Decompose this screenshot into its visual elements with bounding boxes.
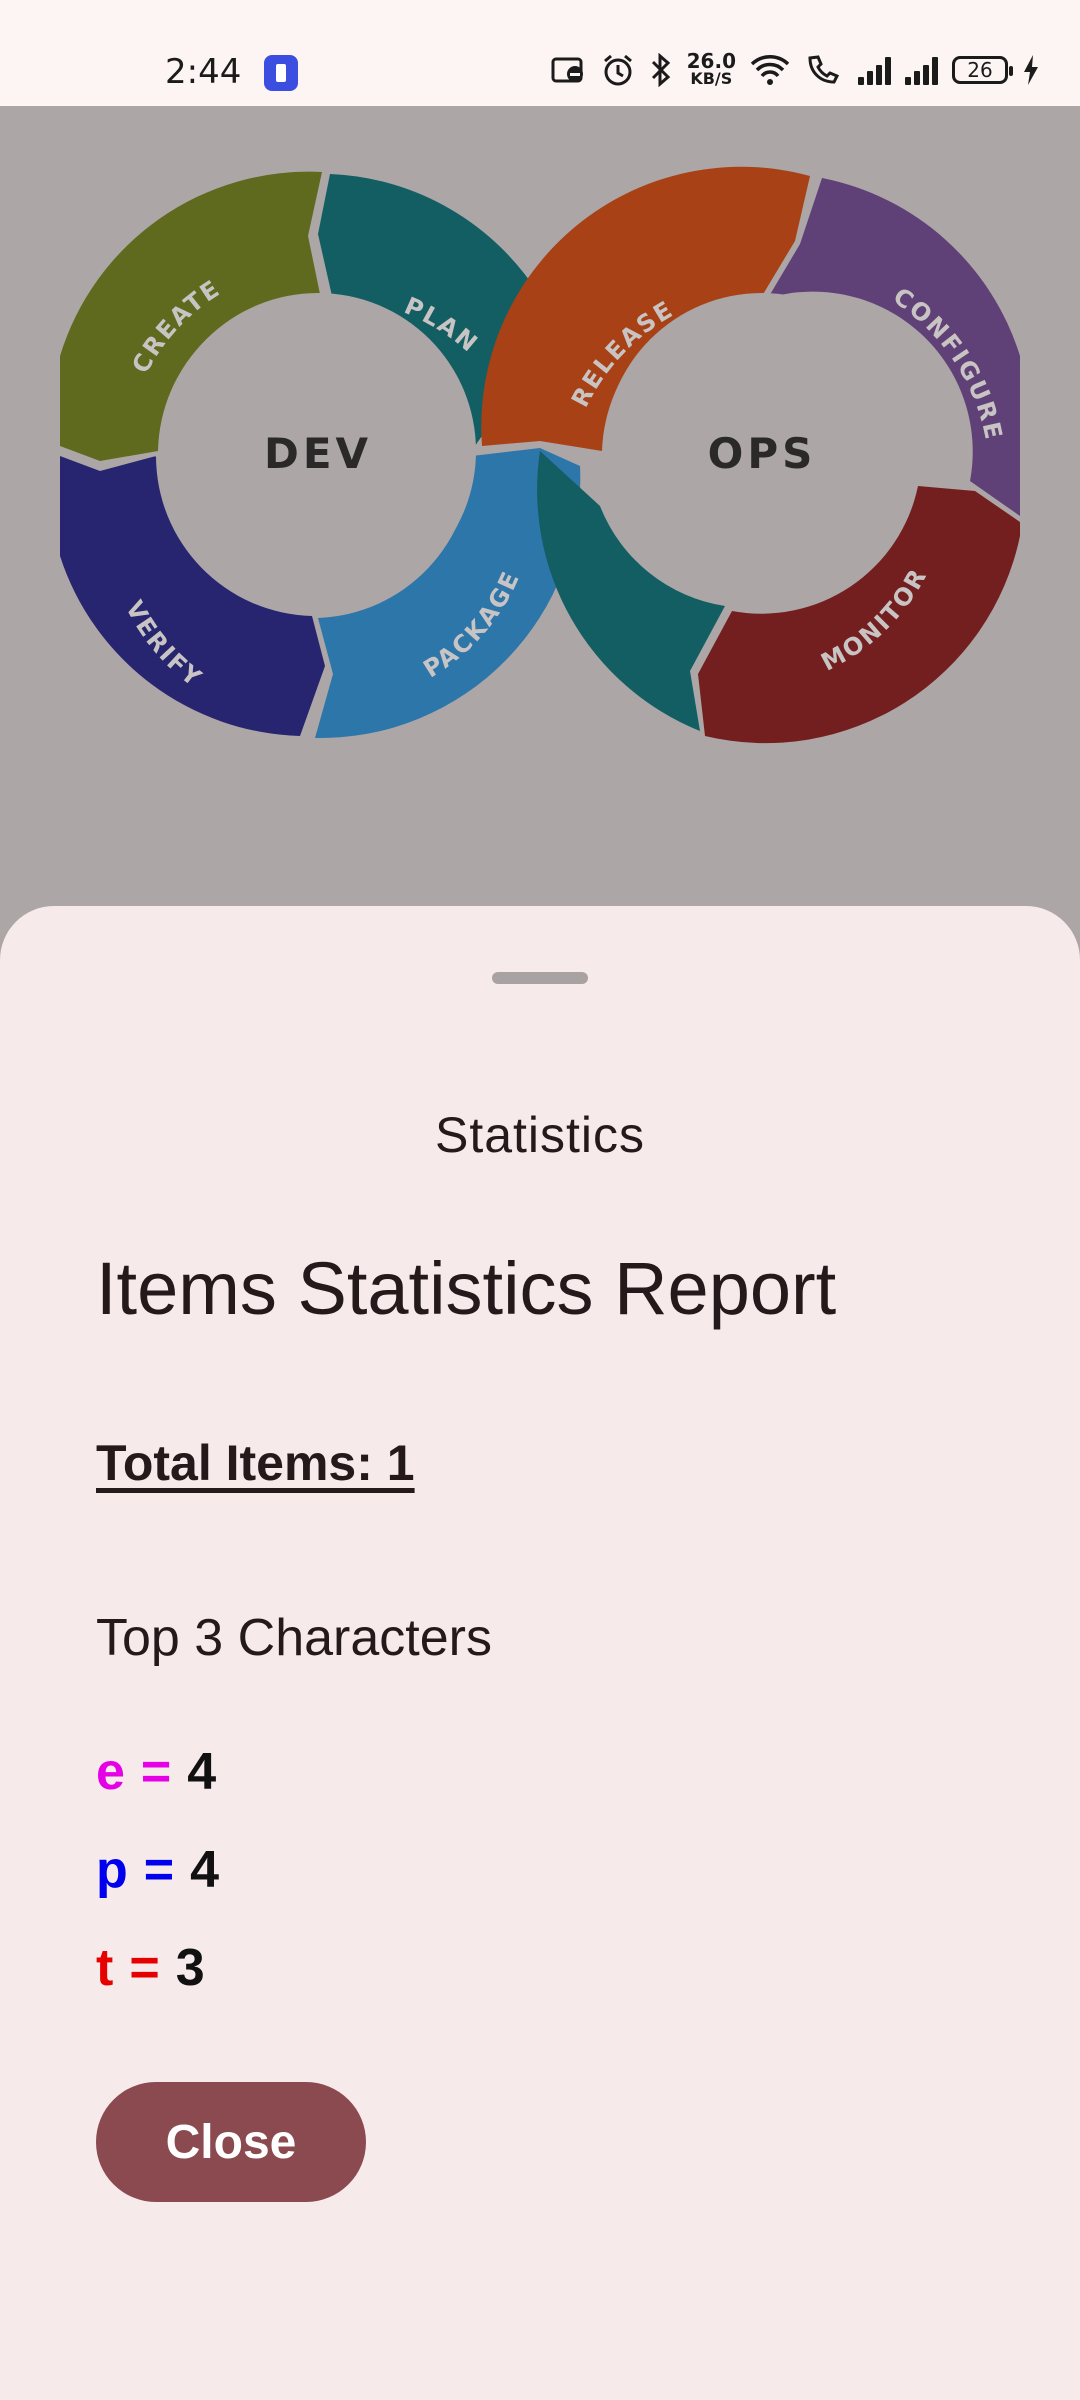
character-row: e = 4 (96, 1742, 216, 1802)
character-label: p (96, 1841, 128, 1899)
status-time: 2:44 (165, 52, 242, 92)
drag-handle[interactable] (492, 972, 588, 984)
character-count: 4 (187, 1743, 217, 1801)
ops-label: OPS (708, 429, 817, 478)
character-count: 3 (175, 1939, 205, 1997)
character-row: t = 3 (96, 1938, 205, 1998)
character-label: e (96, 1743, 125, 1801)
character-row: p = 4 (96, 1840, 219, 1900)
status-bar: 2:44 26.0 KB/S 26 (0, 0, 1080, 106)
wifi-icon (750, 55, 790, 85)
signal-icon (858, 55, 891, 85)
battery-icon: 26 (952, 56, 1013, 84)
equals-sign: = (143, 1841, 175, 1899)
speed-value: 26.0 (686, 49, 736, 73)
status-icons: 26.0 KB/S 26 (551, 48, 1040, 92)
nfc-icon (551, 57, 583, 83)
image-carousel[interactable]: DEV OPS CREATE PLAN VERIFY PACKAGE RELEA… (0, 106, 1080, 932)
dev-label: DEV (264, 429, 372, 478)
signal-icon (905, 55, 938, 85)
total-items: Total Items: 1 (96, 1435, 415, 1491)
flashlight-app-icon (264, 55, 298, 91)
speed-unit: KB/S (690, 69, 733, 88)
sheet-title: Statistics (434, 1107, 646, 1163)
close-button[interactable]: Close (96, 2082, 366, 2202)
report-title: Items Statistics Report (96, 1247, 837, 1330)
character-count: 4 (190, 1841, 220, 1899)
network-speed: 26.0 KB/S (686, 49, 736, 88)
charging-icon (1024, 55, 1038, 85)
statistics-bottom-sheet: Statistics Items Statistics Report Total… (0, 906, 1080, 2400)
devops-diagram: DEV OPS CREATE PLAN VERIFY PACKAGE RELEA… (60, 166, 1020, 744)
equals-sign: = (140, 1743, 172, 1801)
alarm-icon (603, 54, 632, 86)
call-icon (808, 55, 840, 84)
character-label: t (96, 1939, 114, 1997)
equals-sign: = (129, 1939, 160, 1997)
bluetooth-icon (651, 53, 670, 87)
top-characters-label: Top 3 Characters (96, 1609, 492, 1667)
